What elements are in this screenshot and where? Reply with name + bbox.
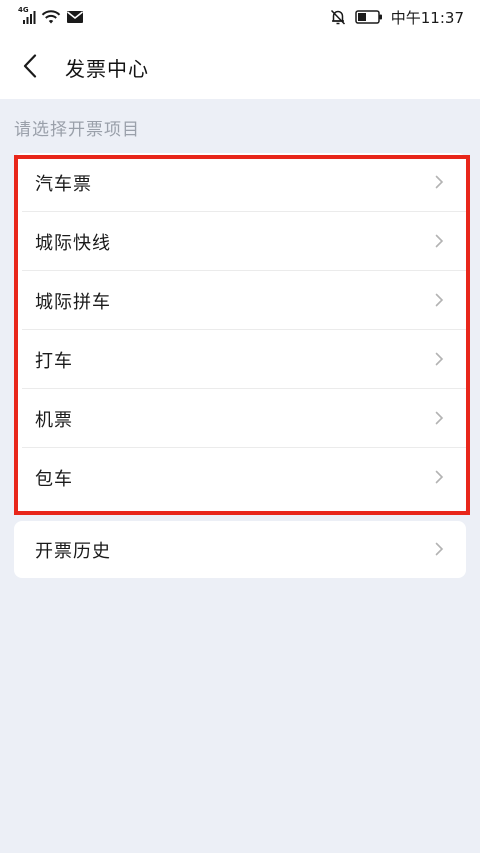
wifi-icon — [41, 10, 61, 24]
cellular-signal-icon: 4G — [18, 6, 36, 26]
list-item-bus-ticket[interactable]: 汽车票 — [14, 153, 466, 212]
list-item-flight-ticket[interactable]: 机票 — [14, 389, 466, 448]
list-item-taxi[interactable]: 打车 — [14, 330, 466, 389]
invoice-history-button[interactable]: 开票历史 — [14, 521, 466, 578]
chevron-right-icon — [435, 352, 444, 366]
chevron-right-icon — [435, 175, 444, 189]
back-button[interactable] — [10, 46, 50, 86]
list-item-label: 汽车票 — [35, 174, 92, 195]
status-time: 中午11:37 — [390, 8, 464, 27]
chevron-right-icon — [435, 542, 444, 556]
status-right: 中午11:37 — [329, 6, 464, 28]
invoice-item-list: 汽车票 城际快线 城际拼车 打车 机票 包车 — [14, 153, 466, 515]
list-item-label: 城际拼车 — [35, 292, 111, 313]
chevron-right-icon — [435, 470, 444, 484]
chevron-right-icon — [435, 234, 444, 248]
list-item-intercity-carpool[interactable]: 城际拼车 — [14, 271, 466, 330]
list-item-charter[interactable]: 包车 — [14, 448, 466, 507]
header-bar: 发票中心 — [0, 33, 480, 99]
list-item-intercity-express[interactable]: 城际快线 — [14, 212, 466, 271]
mute-bell-icon — [330, 9, 345, 25]
mail-icon — [67, 11, 83, 23]
invoice-history-card: 开票历史 — [14, 521, 466, 578]
invoice-history-label: 开票历史 — [35, 541, 111, 562]
back-arrow-icon — [23, 54, 37, 78]
chevron-right-icon — [435, 293, 444, 307]
status-left: 4G — [18, 6, 84, 27]
section-label: 请选择开票项目 — [14, 120, 140, 140]
page-title: 发票中心 — [65, 57, 149, 81]
chevron-right-icon — [435, 411, 444, 425]
list-item-label: 机票 — [35, 410, 73, 431]
list-item-label: 包车 — [35, 469, 73, 490]
status-bar: 4G 中午11:37 — [0, 0, 480, 33]
battery-icon — [355, 10, 382, 24]
list-item-label: 城际快线 — [35, 233, 111, 254]
list-item-label: 打车 — [35, 351, 73, 372]
